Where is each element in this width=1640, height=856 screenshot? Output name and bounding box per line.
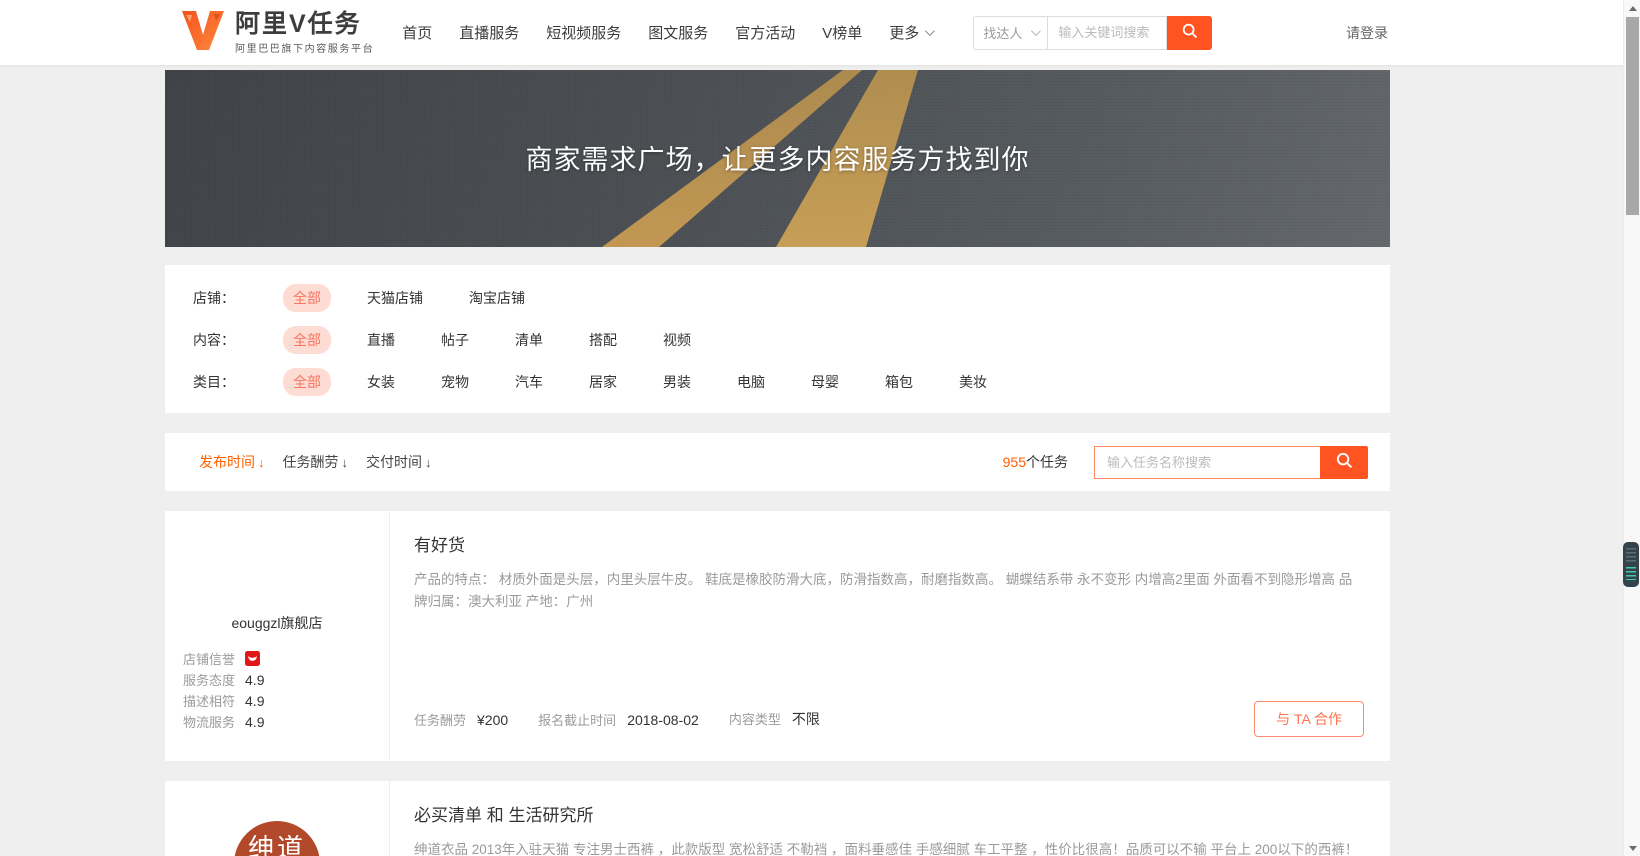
logo-v-icon (180, 9, 226, 56)
nav-item-ranking[interactable]: V榜单 (822, 22, 862, 43)
triangle-up-icon (1629, 6, 1637, 11)
nav-item-short-video[interactable]: 短视频服务 (546, 22, 621, 43)
filter-option-video[interactable]: 视频 (653, 326, 701, 354)
filter-option-live[interactable]: 直播 (357, 326, 405, 354)
filter-panel: 店铺： 全部 天猫店铺 淘宝店铺 内容： 全部 直播 帖子 清单 搭配 视频 类… (165, 265, 1390, 413)
hero-title: 商家需求广场，让更多内容服务方找到你 (165, 137, 1390, 176)
nav-search-group: 找达人 (973, 16, 1212, 50)
main-nav: 首页 直播服务 短视频服务 图文服务 官方活动 V榜单 更多 (402, 22, 959, 43)
task-card: 绅道衣品 必买清单 和 生活研究所 绅道衣品 2013年入驻天猫 专注男士西裤 … (165, 781, 1390, 856)
triangle-down-icon (1629, 846, 1637, 851)
store-name[interactable]: eouggzl旗舰店 (165, 613, 389, 633)
sort-desc-icon: ↓ (342, 455, 349, 470)
nav-item-more[interactable]: 更多 (889, 22, 932, 43)
nav-item-graphic[interactable]: 图文服务 (648, 22, 708, 43)
nav-item-live[interactable]: 直播服务 (459, 22, 519, 43)
search-scope-select[interactable]: 找达人 (973, 16, 1047, 50)
filter-label: 类目： (193, 372, 255, 392)
rating-row: 服务态度 4.9 (165, 669, 389, 690)
filter-option-match[interactable]: 搭配 (579, 326, 627, 354)
task-search-input[interactable] (1094, 446, 1320, 479)
search-icon (1181, 22, 1199, 43)
scrollbar-thumb[interactable] (1626, 17, 1639, 215)
task-card: eouggzl旗舰店 店铺信誉 服务态度 4.9 描述相符 4.9 物流服务 4… (165, 511, 1390, 761)
filter-option-beauty[interactable]: 美妆 (949, 368, 997, 396)
tmall-badge-icon (245, 651, 260, 666)
filter-option-all[interactable]: 全部 (283, 368, 331, 396)
sort-bar: 发布时间 ↓ 任务酬劳 ↓ 交付时间 ↓ 955个任务 (165, 433, 1390, 491)
side-extension-widget[interactable] (1623, 542, 1639, 587)
filter-label: 店铺： (193, 288, 255, 308)
filter-option-womens[interactable]: 女装 (357, 368, 405, 396)
filter-option-list[interactable]: 清单 (505, 326, 553, 354)
filter-option-cars[interactable]: 汽车 (505, 368, 553, 396)
top-navbar: 阿里V任务 阿里巴巴旗下内容服务平台 首页 直播服务 短视频服务 图文服务 官方… (0, 0, 1640, 65)
task-description: 产品的特点： 材质外面是头层，内里头层牛皮。 鞋底是橡胶防滑大底，防滑指数高，耐… (414, 569, 1364, 613)
filter-row-category: 类目： 全部 女装 宠物 汽车 居家 男装 电脑 母婴 箱包 美妆 (193, 361, 1390, 403)
filter-option-all[interactable]: 全部 (283, 284, 331, 312)
cooperate-button[interactable]: 与 TA 合作 (1254, 701, 1364, 737)
search-icon (1335, 451, 1354, 473)
hero-banner: 商家需求广场，让更多内容服务方找到你 (165, 70, 1390, 247)
store-reputation-row: 店铺信誉 (165, 648, 389, 669)
chevron-down-icon (925, 26, 935, 36)
meta-deadline: 报名截止时间 2018-08-02 (538, 710, 699, 729)
widget-stripes (1626, 548, 1636, 564)
nav-search-input[interactable] (1047, 16, 1167, 50)
widget-stripes-teal (1626, 567, 1636, 580)
filter-option-post[interactable]: 帖子 (431, 326, 479, 354)
meta-content-type: 内容类型 不限 (729, 709, 820, 729)
task-search-button[interactable] (1320, 446, 1368, 479)
nav-search-button[interactable] (1167, 16, 1212, 50)
sort-publish-time[interactable]: 发布时间 ↓ (199, 452, 265, 472)
nav-item-official[interactable]: 官方活动 (735, 22, 795, 43)
login-link[interactable]: 请登录 (1346, 23, 1388, 43)
filter-row-shop: 店铺： 全部 天猫店铺 淘宝店铺 (193, 277, 1390, 319)
filter-option-computer[interactable]: 电脑 (727, 368, 775, 396)
filter-row-content: 内容： 全部 直播 帖子 清单 搭配 视频 (193, 319, 1390, 361)
store-info: 绅道衣品 (165, 781, 390, 856)
task-search-group (1094, 446, 1368, 479)
scroll-down-button[interactable] (1624, 840, 1640, 856)
filter-option-taobao[interactable]: 淘宝店铺 (459, 284, 535, 312)
filter-option-home[interactable]: 居家 (579, 368, 627, 396)
scrollbar (1623, 0, 1640, 856)
chevron-down-icon (1031, 26, 1041, 36)
filter-option-mens[interactable]: 男装 (653, 368, 701, 396)
sort-desc-icon: ↓ (425, 455, 432, 470)
filter-option-tmall[interactable]: 天猫店铺 (357, 284, 433, 312)
rating-row: 描述相符 4.9 (165, 690, 389, 711)
filter-label: 内容： (193, 330, 255, 350)
filter-option-pets[interactable]: 宠物 (431, 368, 479, 396)
logo-subtitle: 阿里巴巴旗下内容服务平台 (235, 40, 374, 55)
task-description: 绅道衣品 2013年入驻天猫 专注男士西裤 ，此款版型 宽松舒适 不勒裆 ，面料… (414, 839, 1364, 856)
sort-reward[interactable]: 任务酬劳 ↓ (283, 452, 349, 472)
store-info: eouggzl旗舰店 店铺信誉 服务态度 4.9 描述相符 4.9 物流服务 4… (165, 511, 390, 761)
filter-option-baby[interactable]: 母婴 (801, 368, 849, 396)
filter-option-all[interactable]: 全部 (283, 326, 331, 354)
task-title[interactable]: 必买清单 和 生活研究所 (414, 801, 1364, 826)
store-avatar[interactable]: 绅道衣品 (234, 821, 320, 856)
sort-delivery-time[interactable]: 交付时间 ↓ (366, 452, 432, 472)
site-logo[interactable]: 阿里V任务 阿里巴巴旗下内容服务平台 (180, 9, 374, 56)
nav-item-home[interactable]: 首页 (402, 22, 432, 43)
sort-desc-icon: ↓ (258, 455, 265, 470)
scroll-up-button[interactable] (1624, 0, 1640, 16)
rating-row: 物流服务 4.9 (165, 711, 389, 732)
task-count: 955个任务 (1003, 452, 1068, 472)
meta-reward: 任务酬劳 ¥200 (414, 710, 508, 729)
store-image (165, 531, 389, 613)
task-title[interactable]: 有好货 (414, 531, 1364, 556)
logo-title: 阿里V任务 (235, 11, 374, 37)
filter-option-bags[interactable]: 箱包 (875, 368, 923, 396)
